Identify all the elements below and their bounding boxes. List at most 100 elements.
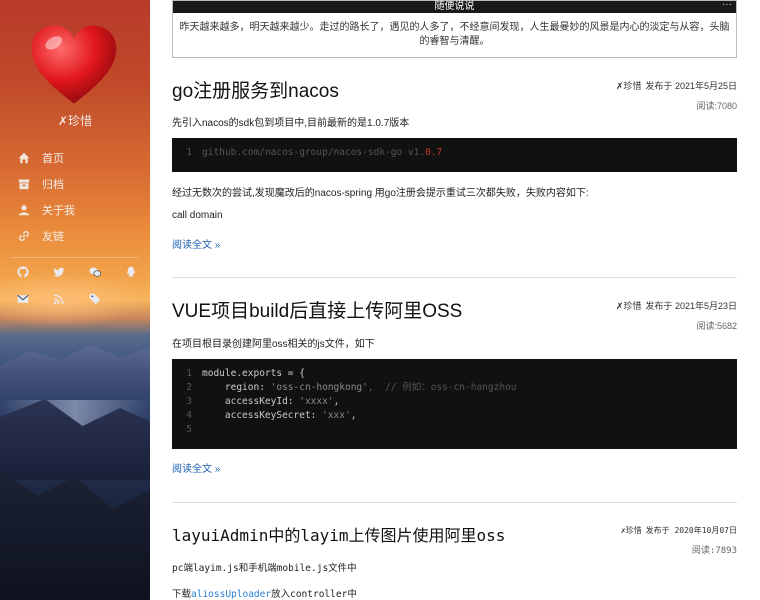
notice-header: 随便说说 ··· bbox=[173, 0, 736, 13]
nav-item-archive[interactable]: 归档 bbox=[0, 171, 150, 197]
main-content: 随便说说 ··· 昨天越来越多，明天越来越少。走过的路长了，遇见的人多了，不经意… bbox=[172, 0, 737, 600]
post-author[interactable]: ✗珍惜 bbox=[616, 81, 642, 91]
divider bbox=[10, 257, 140, 258]
post-meta: ✗珍惜 发布于 2021年5月25日 阅读:7080 bbox=[616, 79, 737, 112]
code-punct: , bbox=[333, 396, 340, 407]
post-date: 2020年10月07日 bbox=[674, 526, 737, 535]
nav-item-about[interactable]: 关于我 bbox=[0, 197, 150, 223]
code-line: 4 accessKeySecret: 'xxx', bbox=[172, 409, 737, 423]
post-card: go注册服务到nacos ✗珍惜 发布于 2021年5月25日 阅读:7080 先… bbox=[172, 76, 737, 276]
line-number: 1 bbox=[186, 147, 192, 158]
inline-code: controller bbox=[290, 589, 348, 600]
nav-label: 关于我 bbox=[42, 205, 75, 217]
code-block: 1 module.exports = { 2 region: 'oss-cn-h… bbox=[172, 359, 737, 449]
code-punct: , bbox=[350, 410, 357, 421]
mail-icon[interactable] bbox=[17, 293, 29, 305]
post-published-label: 发布于 bbox=[645, 81, 673, 91]
code-line: 1 module.exports = { bbox=[172, 367, 737, 381]
line-number: 3 bbox=[186, 396, 192, 407]
link-icon bbox=[18, 230, 30, 242]
post-author[interactable]: ✗珍惜 bbox=[621, 526, 642, 535]
post-paragraph: pc端layim.js和手机端mobile.js文件中 bbox=[172, 563, 357, 574]
line-number: 1 bbox=[186, 368, 192, 379]
post-meta: ✗珍惜 发布于 2020年10月07日 阅读:7893 bbox=[621, 525, 737, 556]
line-number: 4 bbox=[186, 410, 192, 421]
text-suffix: 中 bbox=[347, 589, 357, 600]
text-prefix: 下载 bbox=[172, 589, 192, 600]
sidebar-nav: 首页 归档 关于我 友链 bbox=[0, 145, 150, 249]
views-count: 7080 bbox=[716, 101, 737, 111]
post-paragraph: call domain bbox=[172, 210, 223, 221]
tag-icon[interactable] bbox=[89, 293, 101, 305]
post-published-label: 发布于 bbox=[645, 301, 673, 311]
sidebar: ✗珍惜 首页 归档 关于我 友链 bbox=[0, 0, 150, 600]
views-label: 阅读: bbox=[691, 546, 716, 556]
post-intro: 先引入nacos的sdk包到项目中,目前最新的是1.0.7版本 bbox=[172, 118, 410, 129]
heart-logo-icon[interactable] bbox=[28, 22, 120, 108]
code-text: github.com/nacos-group/nacos-sdk-go v1. bbox=[202, 147, 426, 158]
post-date: 2021年5月25日 bbox=[674, 81, 737, 91]
line-number: 2 bbox=[186, 382, 192, 393]
views-label: 阅读: bbox=[696, 321, 717, 331]
code-string: 'xxxx' bbox=[299, 396, 334, 407]
views-count: 5682 bbox=[716, 321, 737, 331]
post-published-label: 发布于 bbox=[645, 526, 670, 535]
user-icon bbox=[18, 204, 30, 216]
post-paragraph: 经过无数次的尝试,发现魔改后的nacos-spring 用go注册会提示重试三次… bbox=[172, 188, 589, 199]
post-author[interactable]: ✗珍惜 bbox=[616, 301, 642, 311]
code-line: 3 accessKeyId: 'xxxx', bbox=[172, 395, 737, 409]
post-title[interactable]: layuiAdmin中的layim上传图片使用阿里oss bbox=[172, 522, 505, 546]
code-key: region: bbox=[202, 382, 271, 393]
social-links bbox=[0, 266, 150, 278]
notice-text: 昨天越来越多，明天越来越少。走过的路长了，遇见的人多了，不经意间发现，人生最曼妙… bbox=[179, 22, 730, 47]
code-key: accessKeySecret: bbox=[202, 410, 323, 421]
archive-icon bbox=[18, 178, 30, 190]
social-links bbox=[0, 293, 150, 305]
code-key: accessKeyId: bbox=[202, 396, 300, 407]
post-intro: 在项目根目录创建阿里oss相关的js文件，如下 bbox=[172, 339, 375, 350]
nav-label: 友链 bbox=[42, 231, 64, 243]
more-icon[interactable]: ··· bbox=[722, 0, 732, 11]
line-number: 5 bbox=[186, 424, 192, 435]
site-name[interactable]: ✗珍惜 bbox=[0, 112, 150, 129]
code-line: 2 region: 'oss-cn-hongkong', // 例如：oss-c… bbox=[172, 381, 737, 395]
views-count: 7893 bbox=[715, 546, 737, 556]
post-card: layuiAdmin中的layim上传图片使用阿里oss ✗珍惜 发布于 2020… bbox=[172, 522, 737, 600]
rss-icon[interactable] bbox=[53, 293, 65, 305]
text-mid: 放入 bbox=[271, 589, 291, 600]
post-views: 阅读:7080 bbox=[616, 99, 737, 112]
post-title[interactable]: VUE项目build后直接上传阿里OSS bbox=[172, 296, 462, 323]
code-comment: , // 例如：oss-cn-hangzhou bbox=[367, 382, 517, 393]
code-line: 5 bbox=[172, 423, 737, 437]
post-divider bbox=[172, 277, 737, 278]
nav-label: 首页 bbox=[42, 153, 64, 165]
post-paragraph: 下载aliossUploader放入controller中 bbox=[172, 586, 357, 600]
home-icon bbox=[18, 152, 30, 164]
code-line: 1 github.com/nacos-group/nacos-sdk-go v1… bbox=[172, 146, 737, 160]
nav-item-links[interactable]: 友链 bbox=[0, 223, 150, 249]
twitter-icon[interactable] bbox=[53, 266, 65, 278]
background-mountain bbox=[0, 470, 150, 600]
code-string: 'oss-cn-hongkong' bbox=[270, 382, 368, 393]
wechat-icon[interactable] bbox=[89, 266, 101, 278]
read-more-link[interactable]: 阅读全文 » bbox=[172, 236, 220, 251]
code-string: 'xxx' bbox=[322, 410, 351, 421]
post-meta: ✗珍惜 发布于 2021年5月23日 阅读:5682 bbox=[616, 299, 737, 332]
qq-icon[interactable] bbox=[125, 266, 137, 278]
post-title[interactable]: go注册服务到nacos bbox=[172, 76, 339, 103]
nav-item-home[interactable]: 首页 bbox=[0, 145, 150, 171]
read-more-link[interactable]: 阅读全文 » bbox=[172, 460, 220, 475]
background-mountain bbox=[0, 345, 150, 390]
post-card: VUE项目build后直接上传阿里OSS ✗珍惜 发布于 2021年5月23日 阅… bbox=[172, 296, 737, 476]
notice-title: 随便说说 bbox=[434, 1, 475, 12]
code-block: 1 github.com/nacos-group/nacos-sdk-go v1… bbox=[172, 138, 737, 172]
views-label: 阅读: bbox=[696, 101, 717, 111]
post-divider bbox=[172, 502, 737, 503]
code-text: module.exports = { bbox=[202, 368, 305, 379]
github-icon[interactable] bbox=[17, 266, 29, 278]
post-views: 阅读:7893 bbox=[621, 543, 737, 556]
nav-label: 归档 bbox=[42, 179, 64, 191]
code-number: 0.7 bbox=[425, 147, 443, 158]
inline-code: aliossUploader bbox=[191, 589, 272, 600]
post-date: 2021年5月23日 bbox=[674, 301, 737, 311]
